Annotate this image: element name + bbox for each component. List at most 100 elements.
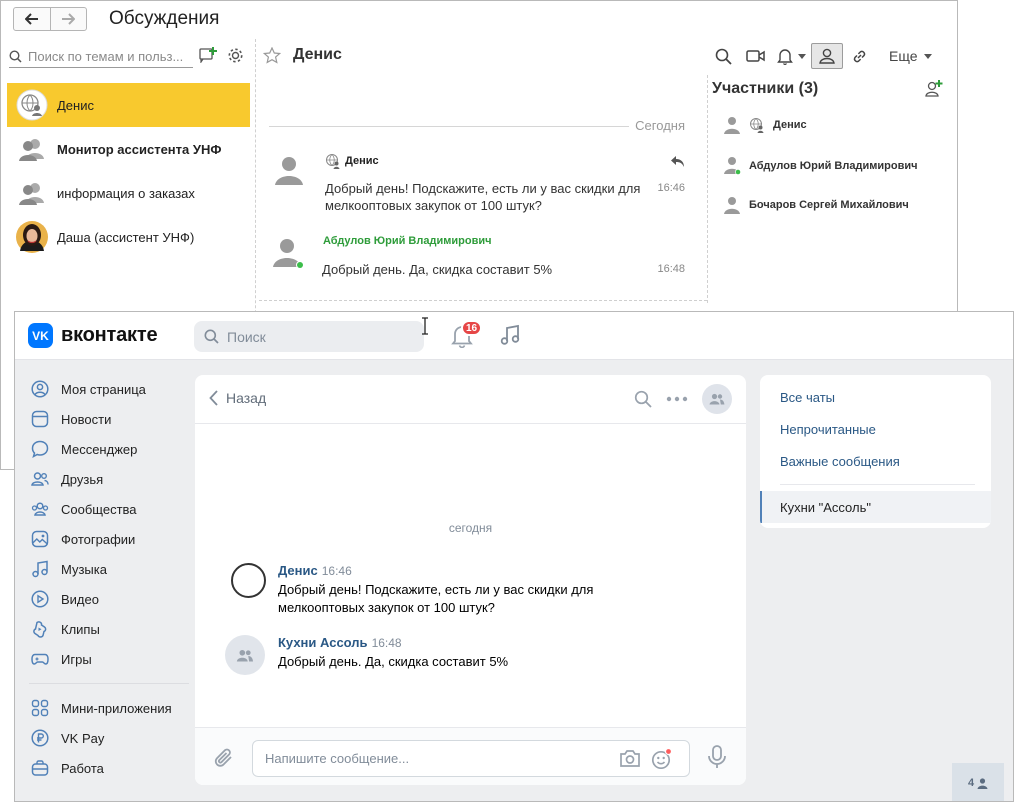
more-horizontal-icon — [666, 396, 688, 402]
caret-down-icon — [797, 53, 806, 59]
conversation-item-monitor[interactable]: Монитор ассистента УНФ — [7, 127, 250, 171]
message-author[interactable]: Денис 16:46 — [278, 563, 352, 578]
chat-more-button[interactable] — [666, 396, 688, 402]
search-button[interactable] — [707, 43, 739, 69]
chat-header: Назад — [195, 375, 746, 424]
add-participant-button[interactable] — [925, 80, 943, 97]
menu-divider — [29, 683, 189, 684]
camera-button[interactable] — [619, 749, 641, 768]
history-nav — [13, 7, 87, 31]
group-avatar — [225, 635, 265, 675]
new-discussion-button[interactable] — [199, 47, 217, 63]
menu-item-messenger[interactable]: Мессенджер — [29, 434, 199, 464]
conversation-item-dasha[interactable]: Даша (ассистент УНФ) — [7, 215, 250, 259]
briefcase-icon — [31, 760, 49, 776]
vk-window: VK вконтакте Поиск 16 Моя страница Новос… — [14, 311, 1014, 802]
message-icon — [31, 440, 49, 458]
chat-toolbar: Еще — [707, 43, 932, 69]
attach-button[interactable] — [213, 746, 235, 770]
menu-item-vk-pay[interactable]: VK Pay — [29, 723, 199, 753]
photo-icon — [31, 530, 49, 548]
avatar — [15, 220, 49, 254]
menu-item-communities[interactable]: Сообщества — [29, 494, 199, 524]
settings-button[interactable] — [227, 47, 244, 64]
gamepad-icon — [31, 653, 49, 665]
message-input[interactable]: Напишите сообщение... — [252, 740, 690, 777]
input-separator — [259, 300, 707, 301]
message-author[interactable]: Кухни Ассоль 16:48 — [278, 635, 402, 650]
user-online-icon — [724, 157, 741, 175]
news-icon — [31, 410, 49, 428]
participants-toggle[interactable] — [811, 43, 843, 69]
participant-item[interactable]: Бочаров Сергей Михайлович — [723, 196, 909, 214]
vk-search-input[interactable]: Поиск — [194, 321, 424, 352]
menu-item-friends[interactable]: Друзья — [29, 464, 199, 494]
message-time: 16:46 — [657, 182, 685, 194]
participant-item[interactable]: Денис — [723, 116, 807, 134]
music-player-button[interactable] — [499, 324, 521, 346]
copy-link-button[interactable] — [843, 43, 875, 69]
menu-item-my-page[interactable]: Моя страница — [29, 374, 199, 404]
filter-important[interactable]: Важные сообщения — [760, 445, 991, 477]
chat-group-avatar[interactable] — [702, 384, 732, 414]
chat-filter-panel: Все чаты Непрочитанные Важные сообщения … — [760, 375, 991, 528]
conversation-label: Даша (ассистент УНФ) — [57, 229, 195, 245]
reply-button[interactable] — [670, 155, 685, 168]
video-call-button[interactable] — [739, 43, 771, 69]
message-author: Денис — [325, 153, 379, 169]
menu-item-photos[interactable]: Фотографии — [29, 524, 199, 554]
bell-icon — [776, 48, 793, 65]
chat-header-actions — [634, 384, 732, 414]
back-label: Назад — [226, 390, 267, 406]
date-divider: сегодня — [448, 521, 493, 535]
menu-item-music[interactable]: Музыка — [29, 554, 199, 584]
participants-title: Участники (3) — [712, 80, 819, 97]
forward-button[interactable] — [49, 8, 87, 30]
user-icon — [724, 117, 740, 134]
topic-search-input[interactable]: Поиск по темам и польз... — [9, 46, 193, 68]
message-text: Добрый день. Да, скидка составит 5% — [278, 654, 509, 669]
favorite-button[interactable] — [263, 47, 281, 64]
chat-item-kuhni-assol[interactable]: Кухни "Ассоль" — [760, 491, 991, 523]
vk-logo[interactable]: VK вконтакте — [28, 323, 158, 348]
menu-item-mini-apps[interactable]: Мини-приложения — [29, 693, 199, 723]
back-button[interactable]: Назад — [209, 390, 266, 406]
search-placeholder: Поиск по темам и польз... — [28, 49, 184, 64]
message-text: Добрый день! Подскажите, есть ли у вас с… — [278, 582, 594, 615]
menu-item-games[interactable]: Игры — [29, 644, 199, 674]
chevron-left-icon — [209, 390, 218, 406]
menu-item-video[interactable]: Видео — [29, 584, 199, 614]
emoji-button[interactable] — [651, 748, 673, 770]
friends-icon — [31, 472, 49, 486]
message-author: Абдулов Юрий Владимирович — [323, 235, 492, 247]
voice-message-button[interactable] — [707, 745, 727, 769]
online-friends-button[interactable]: 4 — [952, 763, 1004, 801]
text-cursor-icon — [419, 316, 431, 336]
conversation-item-orders[interactable]: информация о заказах — [7, 171, 250, 215]
search-icon — [715, 48, 732, 65]
participant-name: Денис — [773, 119, 807, 131]
menu-item-news[interactable]: Новости — [29, 404, 199, 434]
conversation-label: Монитор ассистента УНФ — [57, 141, 222, 157]
conversation-list: Денис Монитор ассистента УНФ информация … — [7, 83, 250, 259]
link-icon — [853, 50, 865, 62]
arrow-right-icon — [62, 13, 76, 25]
vk-left-menu: Моя страница Новости Мессенджер Друзья С… — [29, 374, 199, 783]
add-chat-icon — [199, 47, 217, 63]
star-icon — [263, 47, 281, 64]
more-menu-button[interactable]: Еще — [889, 48, 932, 64]
user-avatar-icon — [271, 153, 307, 189]
apps-icon — [31, 699, 49, 717]
filter-unread[interactable]: Непрочитанные — [760, 413, 991, 445]
menu-item-jobs[interactable]: Работа — [29, 753, 199, 783]
message-item: Денис Добрый день! Подскажите, есть ли у… — [271, 153, 685, 223]
globe-user-icon — [750, 118, 764, 133]
chat-search-button[interactable] — [634, 390, 652, 408]
back-button[interactable] — [14, 8, 50, 30]
menu-item-clips[interactable]: Клипы — [29, 614, 199, 644]
vk-logo-text: вконтакте — [61, 324, 158, 346]
conversation-item-denis[interactable]: Денис — [7, 83, 250, 127]
filter-all-chats[interactable]: Все чаты — [760, 381, 991, 413]
participant-item[interactable]: Абдулов Юрий Владимирович — [723, 156, 917, 176]
notifications-dropdown[interactable] — [771, 43, 811, 69]
